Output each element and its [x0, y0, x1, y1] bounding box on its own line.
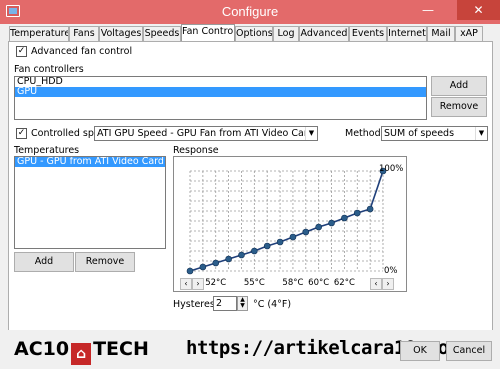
hysteresis-unit: °C (4°F) [253, 299, 292, 310]
ok-button[interactable]: OK [400, 341, 440, 361]
scroll-right-icon[interactable]: › [382, 278, 394, 290]
x-tick-label: 55°C [244, 278, 265, 288]
y-min-label: 0% [384, 266, 398, 276]
response-label: Response [173, 145, 219, 156]
tab-fans[interactable]: Fans [69, 26, 99, 42]
curve-point[interactable] [353, 209, 361, 217]
method-value: SUM of speeds [384, 128, 455, 139]
title-bar: Configure — ☐ ✕ [0, 0, 500, 24]
response-graph-frame: 100% 0% 50°C52°C55°C58°C60°C62°C65°C ‹ ›… [173, 156, 407, 292]
controlled-speed-checkbox[interactable]: ✓ [16, 128, 27, 139]
chevron-down-icon[interactable]: ▼ [305, 127, 317, 140]
temperatures-label: Temperatures [14, 145, 80, 156]
tab-internet[interactable]: Internet [387, 26, 427, 42]
tab-fan-control[interactable]: Fan Control [181, 24, 235, 42]
x-tick-label: 58°C [282, 278, 303, 288]
curve-point[interactable] [186, 267, 194, 275]
scroll-left-icon[interactable]: ‹ [370, 278, 382, 290]
chevron-down-icon[interactable]: ▼ [475, 127, 487, 140]
tab-options[interactable]: Options [235, 26, 273, 42]
tab-log[interactable]: Log [273, 26, 299, 42]
add-temperature-button[interactable]: Add [14, 252, 74, 272]
advanced-fan-control-checkbox[interactable]: ✓ [16, 46, 27, 57]
brand-mark-icon: ⌂ [71, 343, 92, 365]
add-controller-button[interactable]: Add [431, 76, 487, 96]
response-chart[interactable]: 100% 0% 50°C52°C55°C58°C60°C62°C65°C [174, 157, 406, 291]
y-max-label: 100% [379, 164, 403, 174]
minimize-icon[interactable]: — [415, 0, 441, 20]
curve-point[interactable] [263, 242, 271, 250]
tab-voltages[interactable]: Voltages [99, 26, 143, 42]
temperatures-list[interactable]: GPU - GPU from ATI Video Card @ $00( [14, 156, 166, 249]
curve-point[interactable] [315, 223, 322, 231]
tab-temperatures[interactable]: Temperatures [9, 26, 69, 42]
curve-point[interactable] [289, 233, 297, 241]
curve-point[interactable] [366, 205, 374, 213]
tab-advanced[interactable]: Advanced [299, 26, 349, 42]
fan-control-panel: ✓ Advanced fan control Fan controllers C… [8, 41, 493, 359]
list-item[interactable]: CPU_HDD [15, 77, 426, 87]
x-tick-label: 60°C [308, 278, 329, 288]
tab-mail[interactable]: Mail [427, 26, 455, 42]
cancel-button[interactable]: Cancel [446, 341, 492, 361]
curve-point[interactable] [341, 214, 348, 222]
scroll-right-icon[interactable]: › [192, 278, 204, 290]
brand-right: TECH [93, 338, 149, 360]
list-item[interactable]: GPU [15, 87, 426, 97]
advanced-fan-control-label: Advanced fan control [31, 46, 133, 57]
remove-temperature-button[interactable]: Remove [75, 252, 135, 272]
brand-logo: AC10 ⌂ TECH [14, 338, 149, 365]
curve-point[interactable] [251, 247, 258, 255]
curve-point[interactable] [328, 219, 335, 227]
curve-point[interactable] [276, 238, 284, 246]
close-icon[interactable]: ✕ [457, 0, 500, 20]
fan-controllers-list[interactable]: CPU_HDD GPU [14, 76, 427, 120]
fan-controllers-label: Fan controllers [14, 64, 84, 75]
list-item[interactable]: GPU - GPU from ATI Video Card @ $00( [15, 157, 165, 167]
controlled-speed-value: ATI GPU Speed - GPU Fan from ATI Video C… [97, 128, 317, 139]
hysteresis-input[interactable]: 2 [213, 296, 237, 311]
tab-xap[interactable]: xAP [455, 26, 483, 42]
controlled-speed-select[interactable]: ATI GPU Speed - GPU Fan from ATI Video C… [94, 126, 318, 141]
tab-speeds[interactable]: Speeds [143, 26, 181, 42]
tab-events[interactable]: Events [349, 26, 387, 42]
curve-point[interactable] [238, 251, 245, 259]
brand-left: AC10 [14, 338, 70, 360]
x-tick-label: 52°C [205, 278, 226, 288]
curve-point[interactable] [212, 259, 220, 267]
method-select[interactable]: SUM of speeds ▼ [381, 126, 488, 141]
x-tick-label: 62°C [334, 278, 355, 288]
remove-controller-button[interactable]: Remove [431, 97, 487, 117]
scroll-left-icon[interactable]: ‹ [180, 278, 192, 290]
method-label: Method [345, 128, 381, 139]
curve-point[interactable] [225, 255, 232, 263]
curve-point[interactable] [302, 228, 310, 236]
hysteresis-value: 2 [216, 298, 223, 309]
hysteresis-stepper[interactable]: ▲ ▼ [237, 296, 248, 311]
curve-point[interactable] [199, 263, 207, 271]
